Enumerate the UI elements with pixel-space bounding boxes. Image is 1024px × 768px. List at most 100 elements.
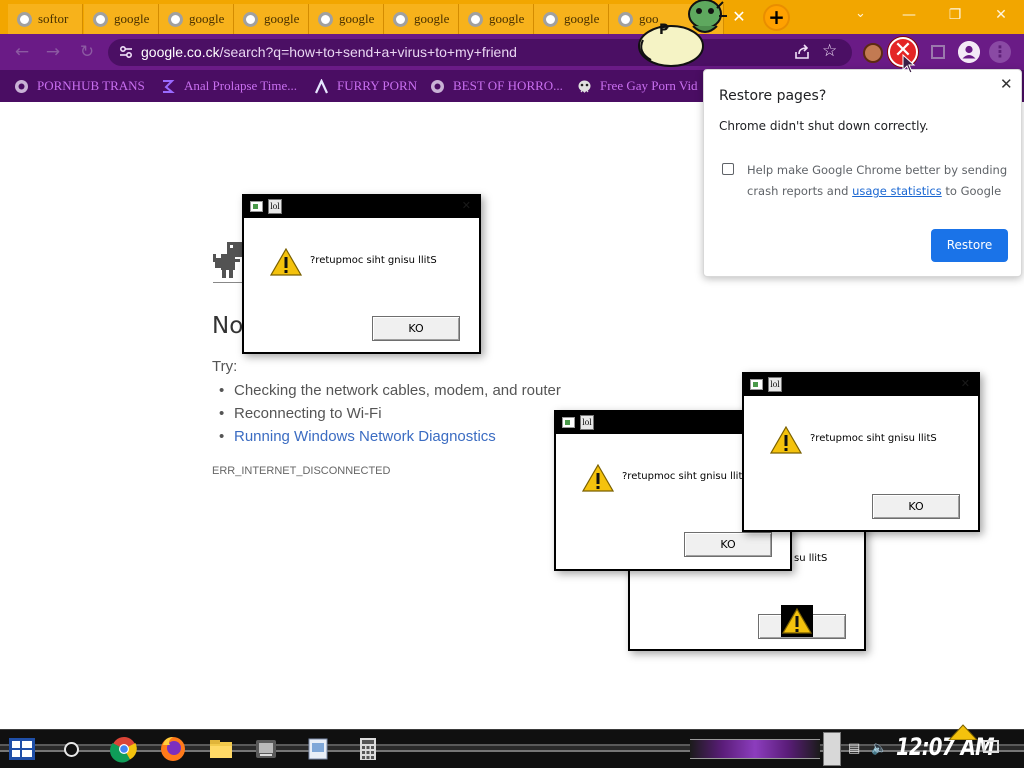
dialog-close-icon[interactable]: ✕ xyxy=(961,377,970,390)
start-icon[interactable] xyxy=(9,738,35,760)
tab-search-chevron-icon[interactable]: ⌄ xyxy=(855,6,866,21)
profile-icon[interactable] xyxy=(958,41,980,63)
maximize-button[interactable]: ❐ xyxy=(932,4,978,28)
tab-title: google xyxy=(414,11,450,26)
warning-icon xyxy=(582,464,614,492)
bookmark-label: Free Gay Porn Vid xyxy=(600,78,698,93)
checkbox-text: to Google xyxy=(941,184,1002,198)
kebab-menu-icon[interactable]: ⋮ xyxy=(989,41,1011,63)
bookmark-label: Anal Prolapse Time... xyxy=(184,78,298,93)
tab-title: google xyxy=(264,11,300,26)
tab-favicon-icon xyxy=(618,11,633,27)
close-window-button[interactable]: ✕ xyxy=(978,4,1024,28)
ko-button[interactable]: KO xyxy=(872,494,960,519)
chrome-icon[interactable] xyxy=(110,735,138,763)
tab-favicon-icon xyxy=(393,11,408,27)
tab-favicon-icon xyxy=(243,11,258,27)
bookmark-item[interactable]: BEST OF HORRO... xyxy=(430,77,563,95)
tab-6[interactable]: google xyxy=(384,4,459,34)
bookmark-item[interactable]: PORNHUB TRANS xyxy=(14,77,145,95)
dialog-close-icon[interactable]: ✕ xyxy=(462,199,471,212)
usage-statistics-link[interactable]: usage statistics xyxy=(852,184,942,198)
bookmark-item[interactable]: Free Gay Porn Vid xyxy=(577,77,698,95)
close-tab-icon[interactable]: ✕ xyxy=(729,8,749,26)
search-icon[interactable] xyxy=(64,742,79,757)
restore-button[interactable]: Restore xyxy=(931,229,1008,262)
dialog-title-bar[interactable]: lol ✕ xyxy=(244,196,479,218)
warning-icon xyxy=(781,605,813,637)
bookmark-label: FURRY PORN xyxy=(337,78,418,93)
tab-title: google xyxy=(114,11,150,26)
share-icon[interactable] xyxy=(793,43,811,61)
tab-favicon-icon xyxy=(468,11,483,27)
minimize-button[interactable]: — xyxy=(886,4,932,28)
reload-icon[interactable]: ↻ xyxy=(76,41,98,63)
suggestion-item: Reconnecting to Wi-Fi xyxy=(219,405,382,422)
suggestion-item: Checking the network cables, modem, and … xyxy=(219,382,561,399)
forward-arrow-icon[interactable]: → xyxy=(42,41,64,63)
lambda-icon xyxy=(315,78,328,93)
tab-2[interactable]: google xyxy=(84,4,159,34)
tab-8[interactable]: google xyxy=(534,4,609,34)
site-info-icon[interactable] xyxy=(118,44,134,60)
tab-3[interactable]: google xyxy=(159,4,234,34)
tab-5[interactable]: google xyxy=(309,4,384,34)
network-diagnostics-link[interactable]: Running Windows Network Diagnostics xyxy=(219,428,496,445)
notification-icon[interactable] xyxy=(983,740,999,753)
back-arrow-icon[interactable]: ← xyxy=(11,41,33,63)
volume-icon[interactable]: 🔈 xyxy=(871,741,887,756)
fake-error-dialog[interactable]: lol ✕ ?retupmoc siht gnisu llitS KO xyxy=(742,372,980,532)
tab-1[interactable]: softor xyxy=(8,4,83,34)
ko-button[interactable]: KO xyxy=(684,532,772,557)
bookmark-item[interactable]: FURRY PORN xyxy=(314,77,417,95)
dialog-title-bar[interactable]: lol ✕ xyxy=(744,374,978,396)
show-hidden-icons-handle[interactable] xyxy=(823,732,841,766)
media-player-icon[interactable] xyxy=(252,735,280,763)
warning-icon xyxy=(770,426,802,454)
image-viewer-icon[interactable] xyxy=(304,735,332,763)
warning-icon xyxy=(948,724,978,740)
bookmark-star-icon[interactable]: ☆ xyxy=(822,41,837,61)
fake-error-dialog[interactable]: lol ✕ ?retupmoc siht gnisu llitS KO xyxy=(242,194,481,354)
taskbar-decoration xyxy=(690,739,820,759)
popup-subtitle: Chrome didn't shut down correctly. xyxy=(719,119,929,133)
url-path: /search?q=how+to+send+a+virus+to+my+frie… xyxy=(219,44,517,60)
dialog-message: ?retupmoc siht gnisu llit xyxy=(622,471,743,482)
file-explorer-icon[interactable] xyxy=(207,735,235,763)
ko-button[interactable]: KO xyxy=(372,316,460,341)
crash-report-checkbox[interactable] xyxy=(722,163,734,175)
bookmark-item[interactable]: Anal Prolapse Time... xyxy=(161,77,297,95)
lol-icon: lol xyxy=(580,415,594,430)
bookmark-label: BEST OF HORRO... xyxy=(453,78,563,93)
extension-avatar-icon[interactable] xyxy=(863,43,883,63)
error-title: No xyxy=(212,313,244,339)
side-panel-icon[interactable] xyxy=(931,45,945,59)
taskbar: ▤ 🔈 12:07 AM xyxy=(0,724,1024,768)
tab-title: softor xyxy=(38,11,69,26)
tab-title: google xyxy=(339,11,375,26)
restore-pages-popup: Restore pages? ✕ Chrome didn't shut down… xyxy=(703,69,1022,277)
firefox-icon[interactable] xyxy=(159,735,187,763)
tab-favicon-icon xyxy=(318,11,333,27)
lol-icon: lol xyxy=(268,199,282,214)
network-icon[interactable]: ▤ xyxy=(848,741,860,756)
ko-button[interactable] xyxy=(758,605,846,639)
mask-icon xyxy=(578,80,591,93)
url-text[interactable]: google.co.ck/search?q=how+to+send+a+viru… xyxy=(141,44,517,60)
tab-title: google xyxy=(564,11,600,26)
warning-icon xyxy=(270,248,302,276)
tab-4[interactable]: google xyxy=(234,4,309,34)
bookmark-label: PORNHUB TRANS xyxy=(37,78,145,93)
address-bar[interactable]: google.co.ck/search?q=how+to+send+a+viru… xyxy=(108,39,852,66)
close-popup-icon[interactable]: ✕ xyxy=(1000,75,1013,93)
bracket-icon xyxy=(163,79,175,93)
tab-strip: softor google google google google googl… xyxy=(0,0,1024,34)
tab-7[interactable]: google xyxy=(459,4,534,34)
window-icon xyxy=(750,379,763,390)
checkbox-label: Help make Google Chrome better by sendin… xyxy=(747,160,1017,202)
calculator-icon[interactable] xyxy=(354,735,382,763)
dialog-message: su llitS xyxy=(794,553,828,564)
svg-text:₱: ₱ xyxy=(659,22,669,38)
clock[interactable]: 12:07 AM xyxy=(896,733,995,761)
new-tab-button[interactable]: + xyxy=(763,4,790,31)
